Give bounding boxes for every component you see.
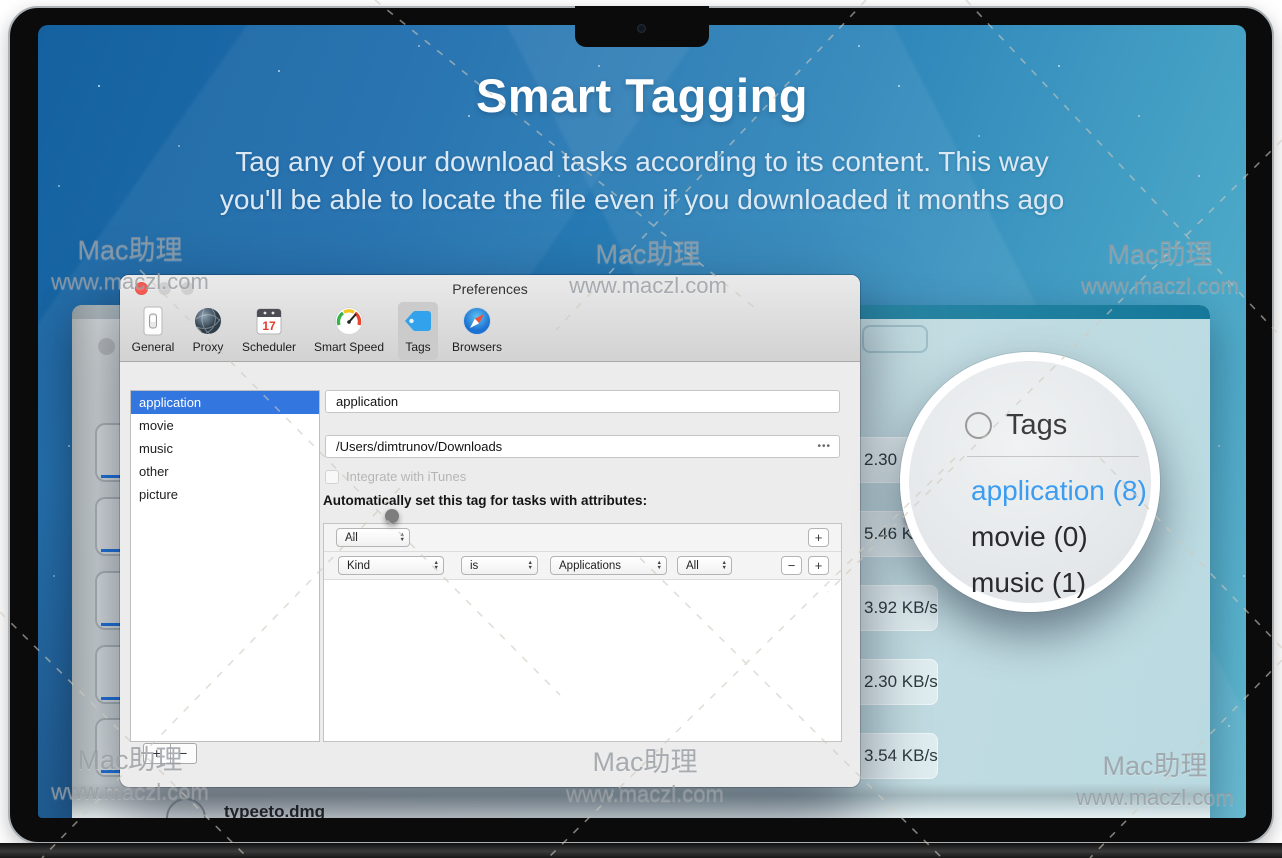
toolbar-label: Tags — [405, 340, 430, 354]
toolbar-item-general[interactable]: General — [128, 302, 178, 360]
remove-rule-button[interactable]: − — [781, 556, 802, 575]
tag-list-item[interactable]: movie — [131, 414, 319, 437]
tag-list-item[interactable]: other — [131, 460, 319, 483]
window-title: Preferences — [120, 281, 860, 297]
calendar-icon: 17 — [253, 305, 285, 337]
toolbar-item-tags[interactable]: Tags — [398, 302, 438, 360]
page-subtitle: Tag any of your download tasks according… — [38, 143, 1246, 219]
match-popup[interactable]: All ▲▼ — [336, 528, 410, 547]
tag-icon — [402, 305, 434, 337]
zoom-button[interactable] — [181, 282, 194, 295]
operator-popup[interactable]: is ▲▼ — [461, 556, 538, 575]
remove-tag-button[interactable]: − — [171, 744, 197, 763]
close-button[interactable] — [135, 282, 148, 295]
toolbar-item-proxy[interactable]: Proxy — [187, 302, 229, 360]
preferences-toolbar: General Proxy 17 — [128, 302, 507, 362]
safari-compass-icon — [461, 305, 493, 337]
filter-row-any: All ▲▼ + — [324, 524, 841, 552]
magnified-tag-application: application (8) — [971, 475, 1147, 507]
background-search-field — [862, 325, 928, 353]
popup-stepper-icon: ▲▼ — [657, 561, 662, 570]
toolbar-label: General — [132, 340, 175, 354]
browse-location-button[interactable]: ••• — [817, 436, 831, 457]
toolbar-item-smart-speed[interactable]: Smart Speed — [309, 302, 389, 360]
minimize-button[interactable] — [158, 282, 171, 295]
attributes-label: Automatically set this tag for tasks wit… — [323, 493, 647, 508]
attribute-filter-panel: All ▲▼ + Kind ▲▼ is ▲▼ Application — [323, 523, 842, 742]
toolbar-item-browsers[interactable]: Browsers — [447, 302, 507, 360]
subtitle-line-2: you'll be able to locate the file even i… — [38, 181, 1246, 219]
itunes-checkbox[interactable] — [325, 470, 339, 484]
promo-image: Smart Tagging Tag any of your download t… — [0, 0, 1282, 858]
popup-stepper-icon: ▲▼ — [400, 533, 405, 542]
popup-stepper-icon: ▲▼ — [528, 561, 533, 570]
add-tag-button[interactable]: + — [144, 744, 171, 763]
popup-value: Kind — [347, 560, 430, 572]
tag-list: application movie music other picture — [130, 390, 320, 742]
add-rule-button[interactable]: + — [808, 556, 829, 575]
callout-origin-dot — [385, 509, 399, 523]
page-title: Smart Tagging — [38, 68, 1246, 123]
toolbar-label: Browsers — [452, 340, 502, 354]
kind-popup[interactable]: Kind ▲▼ — [338, 556, 444, 575]
popup-value: All — [686, 560, 718, 572]
camera-dot — [637, 24, 646, 33]
popup-value: All — [345, 532, 396, 544]
tag-list-item[interactable]: music — [131, 437, 319, 460]
magnified-tag-movie: movie (0) — [971, 521, 1088, 553]
subtitle-line-1: Tag any of your download tasks according… — [38, 143, 1246, 181]
popup-stepper-icon: ▲▼ — [722, 561, 727, 570]
camera-notch — [575, 6, 709, 47]
globe-icon — [192, 305, 224, 337]
itunes-checkbox-label: Integrate with iTunes — [346, 469, 466, 484]
wallpaper-stars — [38, 25, 40, 27]
screen: Smart Tagging Tag any of your download t… — [38, 25, 1246, 818]
filter-row-rule: Kind ▲▼ is ▲▼ Applications ▲▼ All ▲▼ — [324, 552, 841, 580]
toolbar-label: Smart Speed — [314, 340, 384, 354]
tags-section-icon — [965, 412, 992, 439]
popup-value: Applications — [559, 560, 653, 572]
file-name: typeeto.dmg — [224, 802, 325, 818]
tag-list-item[interactable]: application — [131, 391, 319, 414]
magnifier-title: Tags — [1006, 409, 1067, 442]
toolbar-item-scheduler[interactable]: 17 Scheduler — [238, 302, 300, 360]
download-location-input[interactable]: /Users/dimtrunov/Downloads ••• — [325, 435, 840, 458]
background-window-traffic-light — [98, 338, 115, 355]
toolbar-label: Scheduler — [242, 340, 296, 354]
tag-add-remove-control: + − — [143, 743, 197, 764]
tag-list-item[interactable]: picture — [131, 483, 319, 506]
popup-stepper-icon: ▲▼ — [434, 561, 439, 570]
add-rule-button[interactable]: + — [808, 528, 829, 547]
magnifier-divider — [967, 456, 1139, 457]
location-value: /Users/dimtrunov/Downloads — [336, 439, 502, 454]
popup-value: is — [470, 560, 524, 572]
preferences-window: Preferences General — [120, 275, 860, 787]
calendar-day: 17 — [262, 319, 276, 333]
magnifier-callout: Tags application (8) movie (0) music (1) — [900, 352, 1160, 612]
speed-gauge-icon — [333, 305, 365, 337]
toolbar-label: Proxy — [193, 340, 224, 354]
scope-popup[interactable]: All ▲▼ — [677, 556, 732, 575]
laptop-base — [0, 843, 1282, 858]
light-switch-icon — [137, 305, 169, 337]
value-popup[interactable]: Applications ▲▼ — [550, 556, 667, 575]
tag-name-input[interactable]: application — [325, 390, 840, 413]
itunes-checkbox-row: Integrate with iTunes — [325, 469, 466, 484]
magnified-tag-music: music (1) — [971, 567, 1086, 599]
magnifier-header: Tags — [965, 409, 1067, 442]
